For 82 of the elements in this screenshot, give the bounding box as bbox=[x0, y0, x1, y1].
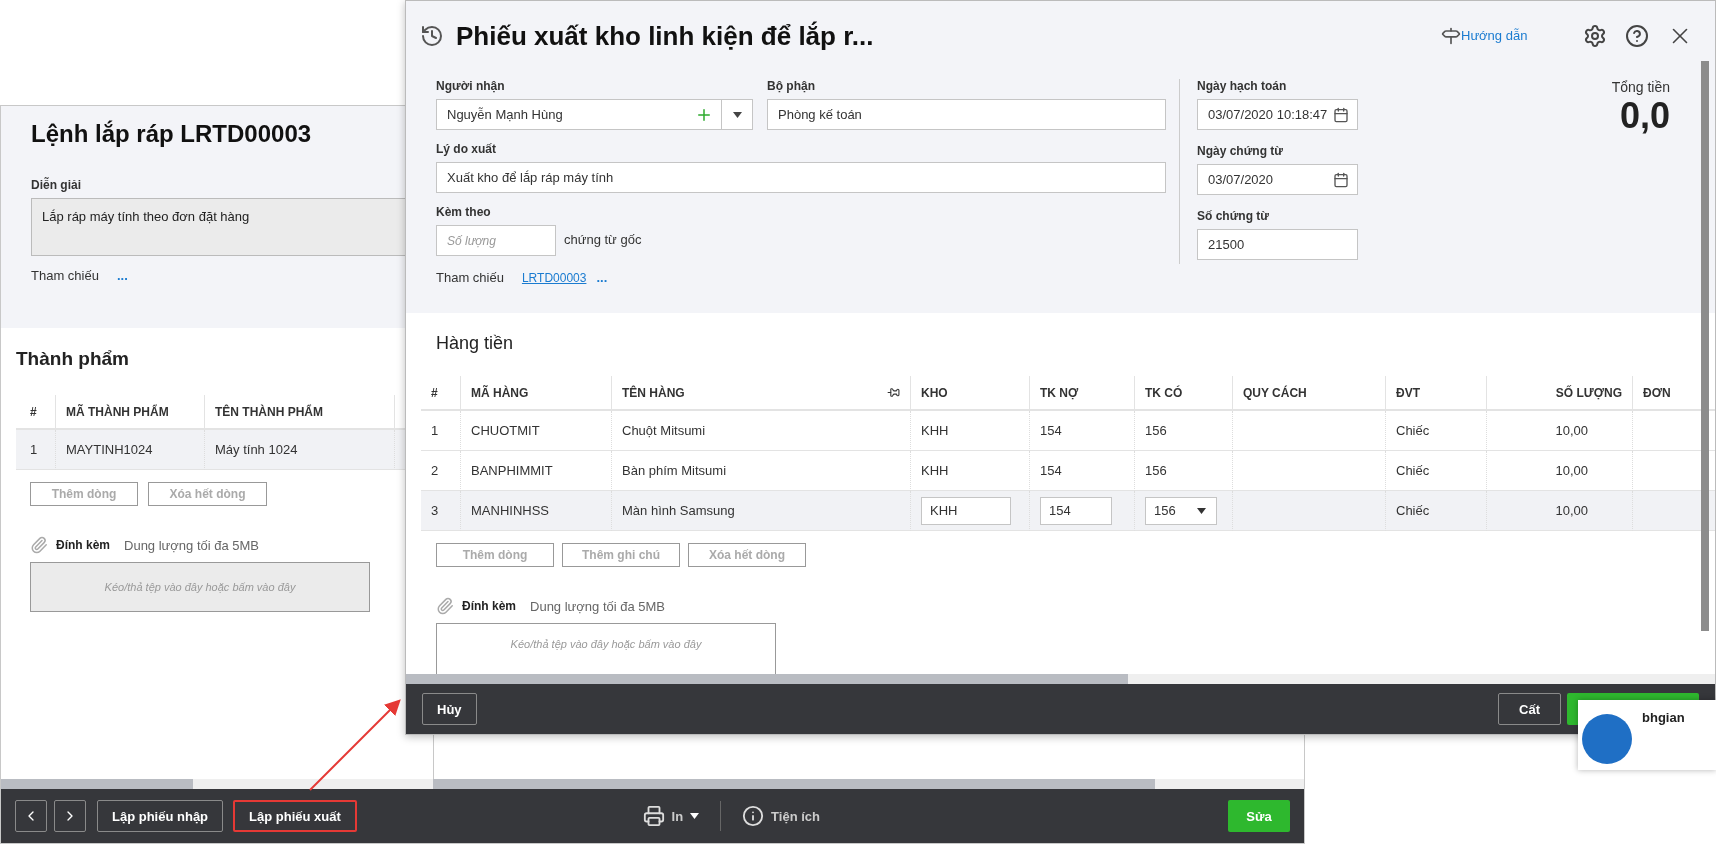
size-limit-text: Dung lượng tối đa 5MB bbox=[124, 537, 260, 553]
table-cell: BANPHIMMIT bbox=[461, 451, 612, 491]
field-label: Bộ phận bbox=[767, 79, 815, 93]
field-label: Kèm theo bbox=[436, 205, 491, 219]
table-cell: Chiếc bbox=[1386, 491, 1487, 531]
guide-link[interactable]: Hướng dẫn bbox=[1461, 27, 1539, 45]
table-cell: KHH bbox=[911, 451, 1030, 491]
info-icon[interactable] bbox=[742, 805, 765, 827]
table-cell: 154 bbox=[1030, 411, 1135, 451]
logo-icon bbox=[1582, 714, 1632, 764]
total-label: Tổng tiền bbox=[1611, 79, 1670, 95]
toolbar-button[interactable]: Lập phiếu nhập bbox=[97, 800, 224, 832]
table-cell: CHUOTMIT bbox=[461, 411, 612, 451]
voucher-number-field[interactable]: 21500 bbox=[1197, 229, 1358, 260]
table-cell: MAYTINH1024 bbox=[56, 430, 205, 470]
help-icon[interactable] bbox=[1625, 24, 1649, 48]
caret-icon bbox=[1197, 507, 1206, 514]
paperclip-icon bbox=[436, 597, 454, 615]
printer-icon[interactable] bbox=[642, 805, 665, 827]
section-title: Thành phẩm bbox=[16, 348, 130, 370]
table-cell: Máy tính 1024 bbox=[205, 430, 395, 470]
caret-icon bbox=[690, 813, 700, 819]
previous-button[interactable] bbox=[15, 800, 47, 832]
table-cell: 156 bbox=[1135, 411, 1233, 451]
cell-input[interactable]: KHH bbox=[921, 496, 1011, 525]
field-label: Số chứng từ bbox=[1197, 209, 1270, 223]
more-link[interactable]: ... bbox=[596, 270, 608, 285]
calendar-icon[interactable] bbox=[1333, 106, 1349, 123]
notification-popup[interactable]: bhgian bbox=[1578, 700, 1716, 770]
print-button[interactable]: In bbox=[671, 808, 684, 824]
cell-input[interactable]: 154 bbox=[1040, 496, 1112, 525]
field-suffix: chứng từ gốc bbox=[564, 232, 642, 247]
table-cell: 10,00 bbox=[1487, 411, 1633, 451]
table-cell: 154 bbox=[1030, 451, 1135, 491]
field-label: Ngày hạch toán bbox=[1197, 79, 1287, 93]
section-title: Hàng tiền bbox=[436, 333, 515, 354]
calendar-icon[interactable] bbox=[1333, 171, 1349, 188]
signpost-icon bbox=[1441, 26, 1461, 46]
paperclip-icon bbox=[30, 536, 48, 554]
next-button[interactable] bbox=[54, 800, 86, 832]
field-label: Diễn giải bbox=[31, 178, 81, 192]
table-cell: 10,00 bbox=[1487, 491, 1633, 531]
cancel-button[interactable]: Hủy bbox=[422, 693, 477, 725]
more-link[interactable]: ... bbox=[116, 268, 128, 283]
field-label: Người nhận bbox=[436, 79, 505, 93]
utilities-button[interactable]: Tiện ích bbox=[771, 808, 820, 824]
pin-icon[interactable] bbox=[887, 386, 900, 399]
notification-text: bhgian bbox=[1641, 709, 1685, 727]
receiver-field[interactable]: Nguyễn Mạnh Hùng bbox=[436, 99, 753, 130]
caret-icon bbox=[732, 111, 742, 118]
field-label: Lý do xuất bbox=[436, 142, 496, 156]
table-cell: MANHINHSS bbox=[461, 491, 612, 531]
size-limit-text: Dung lượng tối đa 5MB bbox=[530, 598, 666, 614]
toolbar-button[interactable]: Lập phiếu xuất bbox=[233, 800, 357, 832]
table-cell: 3 bbox=[421, 491, 461, 531]
save-button[interactable]: Cất bbox=[1498, 693, 1561, 725]
reason-field[interactable]: Xuất kho để lắp ráp máy tính bbox=[436, 162, 1166, 193]
table-cell: 1 bbox=[16, 430, 56, 470]
field-label: Ngày chứng từ bbox=[1197, 144, 1284, 158]
settings-icon[interactable] bbox=[1583, 24, 1607, 48]
table-cell: 2 bbox=[421, 451, 461, 491]
table-cell: Chiếc bbox=[1386, 451, 1487, 491]
history-icon[interactable] bbox=[420, 24, 444, 48]
reference-label: Tham chiếu bbox=[436, 270, 504, 285]
date-field[interactable]: 03/07/2020 bbox=[1197, 164, 1358, 195]
total-amount: 0,0 bbox=[1619, 95, 1670, 137]
table-cell: Màn hình Samsung bbox=[612, 491, 911, 531]
department-field[interactable]: Phòng kế toán bbox=[767, 99, 1166, 130]
table-cell: Chuột Mitsumi bbox=[612, 411, 911, 451]
table-cell: 10,00 bbox=[1487, 451, 1633, 491]
reference-label: Tham chiếu bbox=[31, 268, 99, 283]
attachment-label: Đính kèm bbox=[462, 599, 516, 613]
cell-input[interactable]: 156 bbox=[1145, 496, 1217, 525]
table-cell: KHH bbox=[911, 411, 1030, 451]
attachment-label: Đính kèm bbox=[56, 538, 110, 552]
table-cell: Chiếc bbox=[1386, 411, 1487, 451]
dialog-title: Phiếu xuất kho linh kiện để lắp r... bbox=[456, 20, 875, 52]
reference-link[interactable]: LRTD00003 bbox=[521, 270, 587, 285]
table-cell: Bàn phím Mitsumi bbox=[612, 451, 911, 491]
date-field[interactable]: 03/07/2020 10:18:47 bbox=[1197, 99, 1358, 130]
table-cell: 156 bbox=[1135, 451, 1233, 491]
table-cell: 1 bbox=[421, 411, 461, 451]
